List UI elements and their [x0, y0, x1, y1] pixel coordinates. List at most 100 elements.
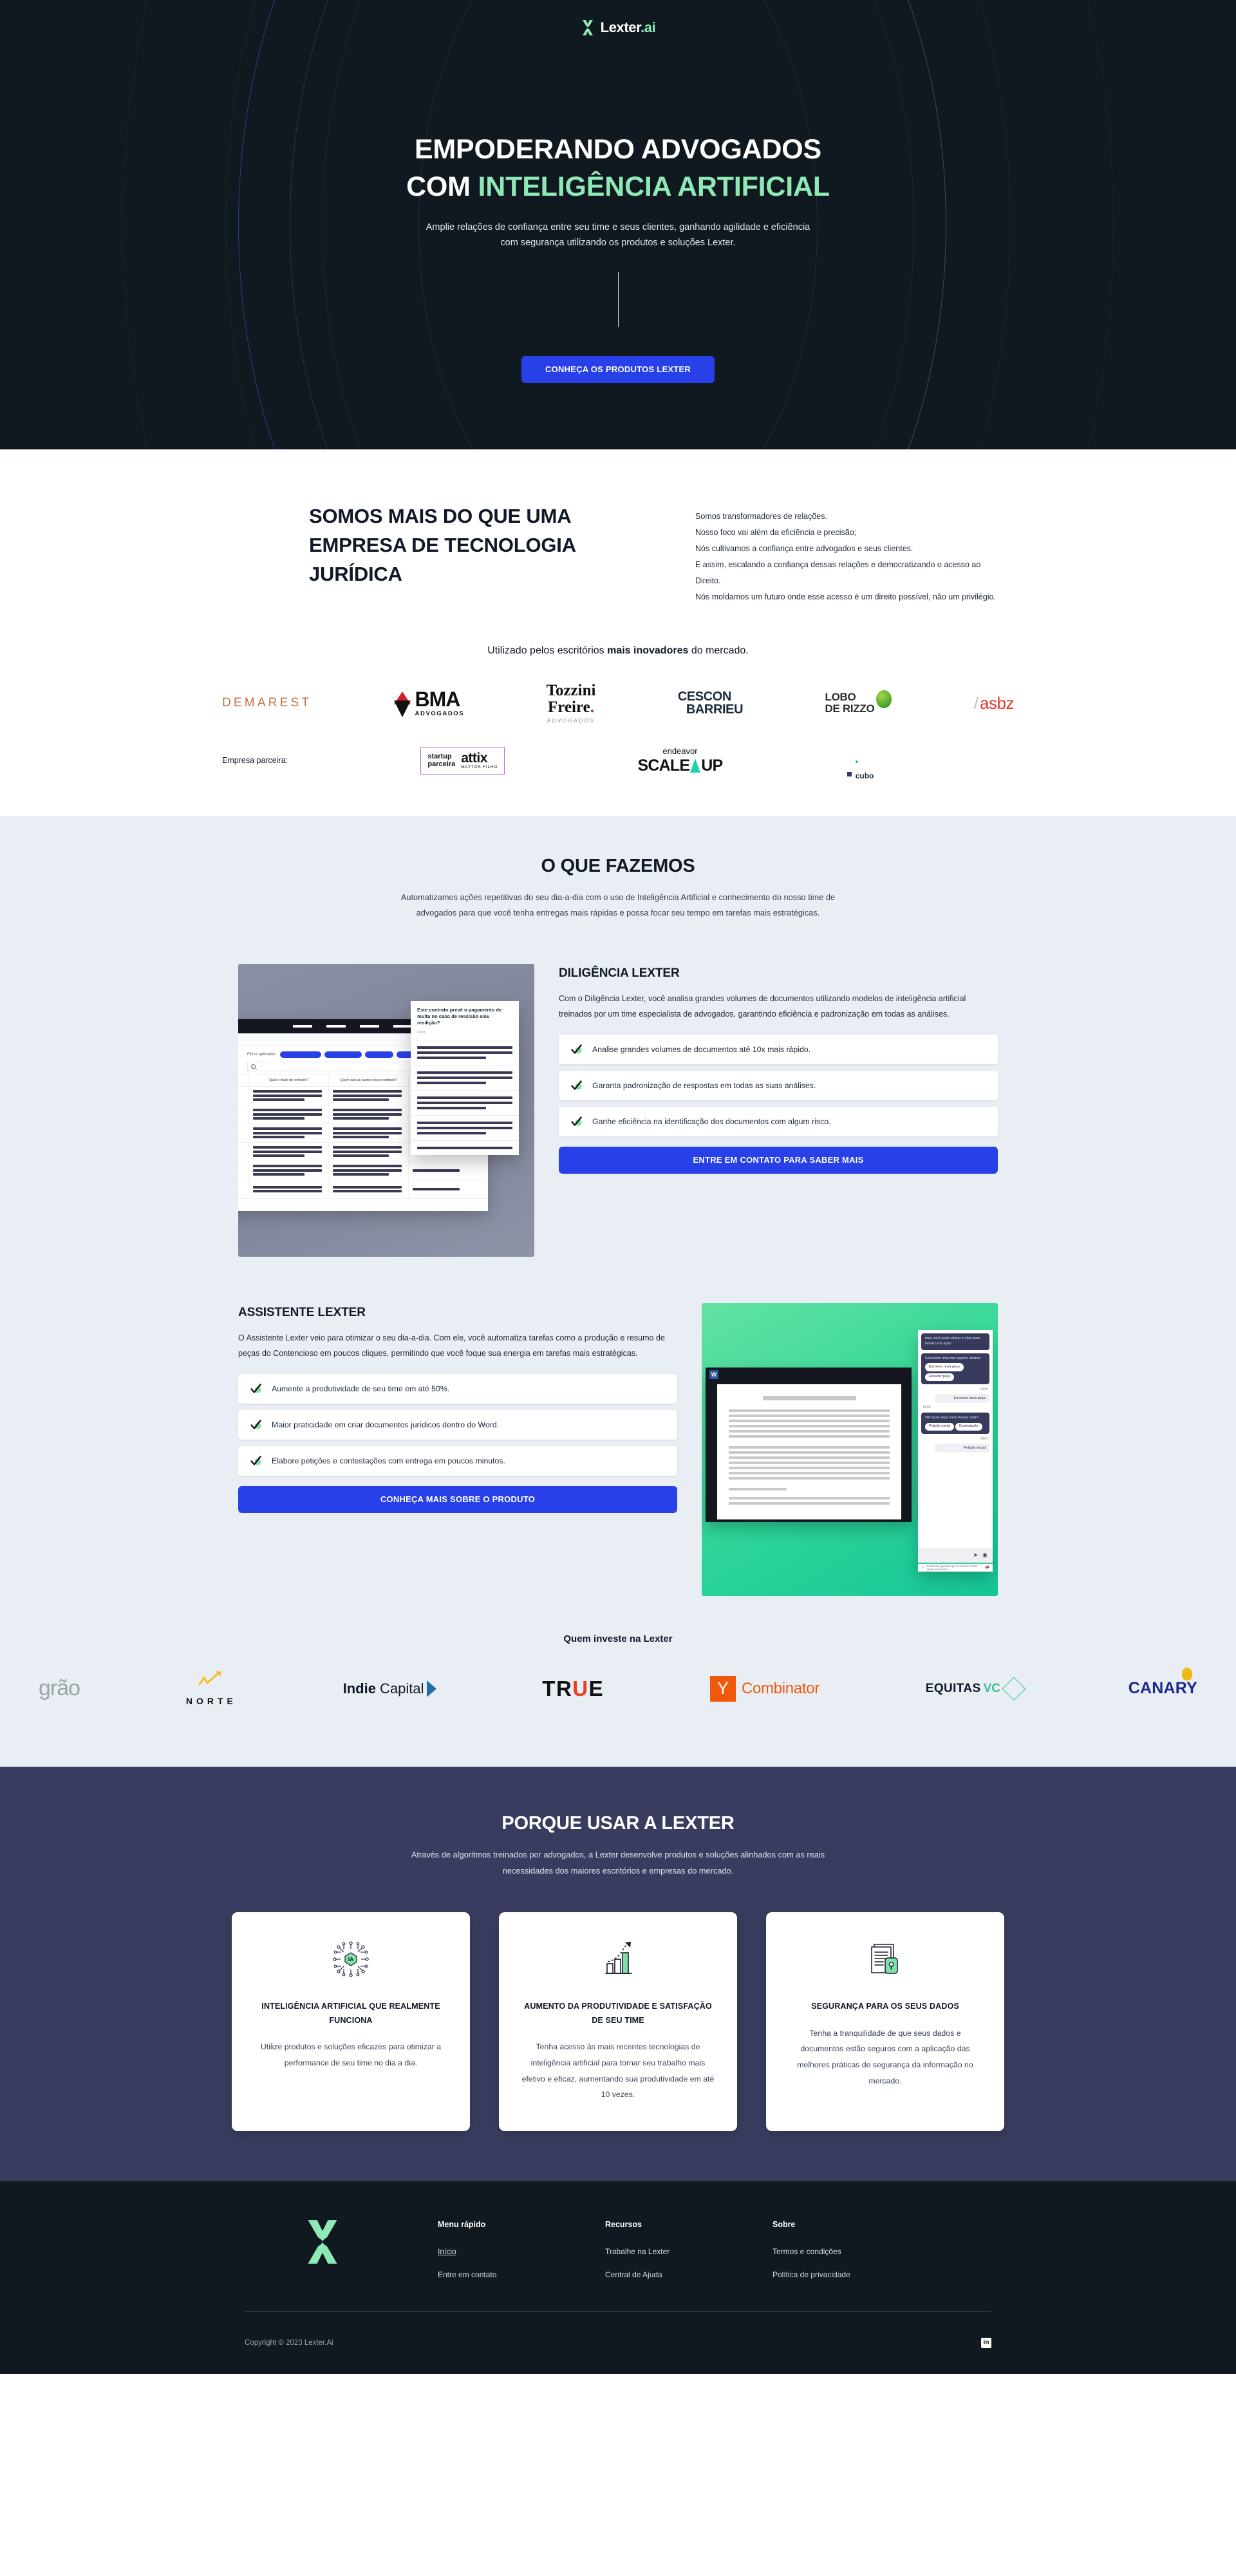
hero-title-line1: EMPODERANDO ADVOGADOS	[414, 134, 822, 165]
product-description-diligencia: Com o Diligência Lexter, você analisa gr…	[559, 993, 966, 1019]
chat-chip[interactable]: Resumir peça	[925, 1373, 955, 1382]
bird-icon	[1181, 1668, 1192, 1681]
footer-column-heading: Sobre	[772, 2219, 796, 2229]
product-cta-diligencia[interactable]: ENTRE EM CONTATO PARA SABER MAIS	[559, 1146, 998, 1174]
client-logo-cescon-barrieu: CESCON BARRIEU	[677, 689, 744, 717]
footer-column-menu-rapido: Menu rápido Início Entre em contato	[438, 2220, 605, 2293]
y-mark-icon: Y	[709, 1675, 736, 1702]
site-logo[interactable]: Lexter.ai	[581, 20, 656, 35]
chat-message-bot: Ok! Qual peça você deseja criar? Petição…	[921, 1413, 989, 1434]
client-logo-row: DEMAREST BMA ADVOGADOS Tozzini Freire. AD…	[222, 682, 1014, 724]
about-paragraph: Somos transformadores de relações.	[695, 512, 827, 521]
product-bullets-assistente: Aumente a produtividade de seu time em a…	[238, 1373, 677, 1476]
why-card: SEGURANÇA PARA OS SEUS DADOS Tenha a tra…	[766, 1912, 1004, 2131]
megaphone-icon[interactable]: 📣	[985, 1565, 989, 1570]
used-by-caption: Utilizado pelos escritórios mais inovado…	[487, 645, 749, 656]
product-title-diligencia: DILIGÊNCIA LEXTER	[559, 966, 680, 980]
partner-label: Empresa parceira:	[222, 756, 288, 766]
investor-logo-indie-capital: Indie Capital	[343, 1666, 436, 1711]
chat-chip[interactable]: Contestação	[955, 1422, 982, 1431]
chat-chip[interactable]: Escrever nova peça	[925, 1363, 964, 1371]
bullet-item: Analise grandes volumes de documentos at…	[559, 1034, 998, 1064]
bullet-text: Aumente a produtividade de seu time em a…	[272, 1384, 450, 1393]
logo-wordmark: Lexter.ai	[600, 19, 656, 35]
about-title: SOMOS MAIS DO QUE UMA EMPRESA DE TECNOLO…	[309, 505, 576, 585]
chat-message-user: Petição inicial	[935, 1443, 989, 1453]
footer-link-termos-e-condicoes[interactable]: Termos e condições	[772, 2247, 940, 2256]
product-title-assistente: ASSISTENTE LEXTER	[238, 1305, 366, 1319]
why-card-body: Tenha a tranquilidade de que seus dados …	[797, 2028, 973, 2085]
product-assistente: W mas você pode utilizar o chat para ini…	[238, 1302, 998, 1596]
why-subtitle: Através de algoritmos treinados por advo…	[411, 1849, 825, 1876]
bullet-item: Aumente a produtividade de seu time em a…	[238, 1373, 677, 1404]
bullet-item: Maior praticidade em criar documentos ju…	[238, 1409, 677, 1440]
partner-logo-attix: startup parceira attix MATTOS FILHO	[420, 747, 505, 775]
lexter-x-icon	[582, 20, 593, 35]
arrow-up-icon	[198, 1671, 221, 1686]
table-row[interactable]: docx	[238, 1180, 488, 1199]
chat-timestamp: 14:57	[980, 1437, 988, 1442]
investor-logo-y-combinator: Y Combinator	[709, 1666, 819, 1711]
why-card-title: AUMENTO DA PRODUTIVIDADE E SATISFAÇÃO DE…	[524, 2002, 712, 2025]
send-icon[interactable]: ➤	[973, 1552, 979, 1559]
chat-message-user: Escrever nova peça	[935, 1394, 989, 1404]
chat-input-bar[interactable]: ➤ ◉	[918, 1548, 993, 1563]
why-card-title: INTELIGÊNCIA ARTIFICIAL QUE REALMENTE FU…	[261, 2002, 440, 2025]
record-icon[interactable]: ◉	[982, 1552, 988, 1559]
hero-title-line2-plain: COM	[406, 171, 478, 203]
green-blob-icon	[876, 690, 892, 708]
about-paragraph: E assim, escalando a confiança dessas re…	[695, 560, 981, 585]
product-screenshot-assistente: W mas você pode utilizar o chat para ini…	[702, 1302, 998, 1596]
footer-link-trabalhe-na-lexter[interactable]: Trabalhe na Lexter	[605, 2247, 772, 2256]
svg-text:IA: IA	[348, 1956, 354, 1962]
bullet-text: Ganhe eficiência na identificação dos do…	[592, 1116, 831, 1126]
about-section: SOMOS MAIS DO QUE UMA EMPRESA DE TECNOLO…	[0, 449, 1236, 816]
footer-column-sobre: Sobre Termos e condições Política de pri…	[772, 2220, 940, 2293]
column-header: Qual o título do contrato?	[248, 1075, 328, 1086]
about-paragraph: Nosso foco vai além da eficiência e prec…	[695, 528, 857, 537]
footer-link-inicio[interactable]: Início	[438, 2247, 605, 2256]
investors-title: Quem investe na Lexter	[563, 1633, 673, 1644]
hero-title-line2-highlight: INTELIGÊNCIA ARTIFICIAL	[478, 171, 830, 203]
hero-title: EMPODERANDO ADVOGADOS COM INTELIGÊNCIA A…	[406, 131, 830, 206]
why-card-body: Utilize produtos e soluções eficazes par…	[260, 2042, 442, 2068]
word-icon: W	[709, 1369, 718, 1379]
footer-logo[interactable]	[245, 2219, 438, 2267]
search-icon	[251, 1064, 256, 1069]
product-diligencia: ⟳ Filtros aplicados: Qual o título do co…	[238, 963, 998, 1257]
ai-chip-icon: IA	[332, 1935, 370, 1983]
client-logo-bma: BMA ADVOGADOS	[393, 682, 465, 724]
column-header: Quem são as partes nesse contrato?	[328, 1075, 408, 1086]
footer-link-entre-em-contato[interactable]: Entre em contato	[438, 2270, 605, 2279]
chat-message-bot: mas você pode utilizar o chat para inici…	[921, 1333, 989, 1350]
about-copy: Somos transformadores de relações. Nosso…	[695, 502, 998, 605]
table-row[interactable]: o_de_S...	[238, 1161, 488, 1180]
investor-logo-true: TRUE	[542, 1676, 604, 1700]
footer-link-central-de-ajuda[interactable]: Central de Ajuda	[605, 2270, 772, 2279]
filters-applied-label: Filtros aplicados:	[247, 1052, 277, 1057]
panel-overflow-icon[interactable]: •••	[411, 1029, 519, 1040]
growth-chart-icon	[599, 1935, 637, 1983]
footer-copyright: Copyright © 2023 Lexter.Ai	[245, 2338, 333, 2347]
partner-logo-endeavor-scaleup: endeavor SCALE UP	[637, 746, 724, 775]
why-card-body: Tenha acesso às mais recentes tecnologia…	[521, 2042, 715, 2100]
hero-cta-button[interactable]: CONHEÇA OS PRODUTOS LEXTER	[521, 355, 715, 383]
site-footer: Menu rápido Início Entre em contato Recu…	[0, 2181, 1236, 2374]
why-use-lexter-section: PORQUE USAR A LEXTER Através de algoritm…	[0, 1766, 1236, 2181]
footer-link-politica-de-privacidade[interactable]: Política de privacidade	[772, 2270, 940, 2279]
panel-question: Este contrato prevê o pagamento de multa…	[417, 1006, 502, 1026]
about-paragraph: Nós cultivamos a confiança entre advogad…	[695, 544, 913, 553]
about-paragraph: Nós moldamos um futuro onde esse acesso …	[695, 592, 996, 601]
why-card: AUMENTO DA PRODUTIVIDADE E SATISFAÇÃO DE…	[499, 1912, 737, 2131]
bullet-text: Garanta padronização de respostas em tod…	[592, 1080, 816, 1090]
why-card: IA INTELIGÊNCIA ARTIFICIAL QUE REALMENTE…	[232, 1912, 470, 2131]
why-card-title: SEGURANÇA PARA OS SEUS DADOS	[811, 2002, 959, 2011]
chevron-right-icon	[426, 1680, 436, 1697]
product-cta-assistente[interactable]: CONHEÇA MAIS SOBRE O PRODUTO	[238, 1485, 677, 1513]
hero-subtitle: Amplie relações de confiança entre seu t…	[426, 221, 810, 248]
product-bullets-diligencia: Analise grandes volumes de documentos at…	[559, 1034, 998, 1136]
bullet-text: Maior praticidade em criar documentos ju…	[272, 1420, 500, 1429]
chat-chip[interactable]: Petição inicial	[925, 1422, 954, 1431]
check-icon	[570, 1043, 583, 1056]
linkedin-icon[interactable]: in	[981, 2337, 991, 2348]
